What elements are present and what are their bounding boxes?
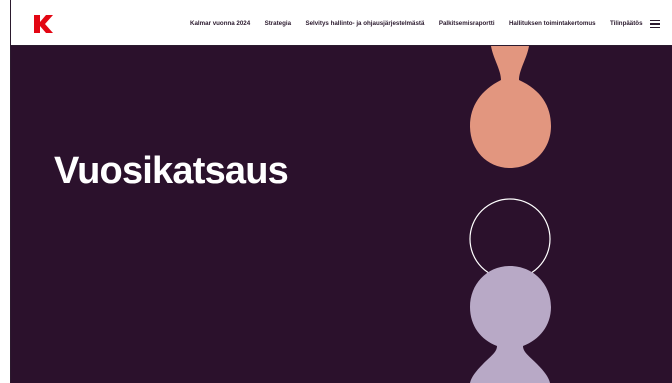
nav-item-kalmar-2024[interactable]: Kalmar vuonna 2024 bbox=[190, 20, 250, 27]
nav-item-governance-statement[interactable]: Selvitys hallinto- ja ohjausjärjestelmäs… bbox=[305, 20, 424, 27]
main-navigation: Kalmar vuonna 2024 Strategia Selvitys ha… bbox=[190, 0, 657, 46]
lilac-joined-shape bbox=[470, 266, 551, 383]
hamburger-menu-icon[interactable] bbox=[650, 20, 660, 29]
hero-section: Vuosikatsaus bbox=[11, 46, 672, 383]
nav-item-board-report[interactable]: Hallituksen toimintakertomus bbox=[509, 20, 596, 27]
salmon-drop-shape bbox=[470, 46, 551, 168]
nav-item-remuneration-report[interactable]: Palkitsemisraportti bbox=[439, 20, 495, 27]
nav-item-strategy[interactable]: Strategia bbox=[265, 20, 291, 27]
site-header: Kalmar vuonna 2024 Strategia Selvitys ha… bbox=[11, 0, 672, 46]
decorative-shapes bbox=[469, 46, 551, 383]
page-frame: Kalmar vuonna 2024 Strategia Selvitys ha… bbox=[10, 0, 672, 383]
kalmar-k-logo-icon[interactable] bbox=[34, 15, 54, 33]
nav-item-financial-statements[interactable]: Tilinpäätös bbox=[610, 20, 643, 27]
